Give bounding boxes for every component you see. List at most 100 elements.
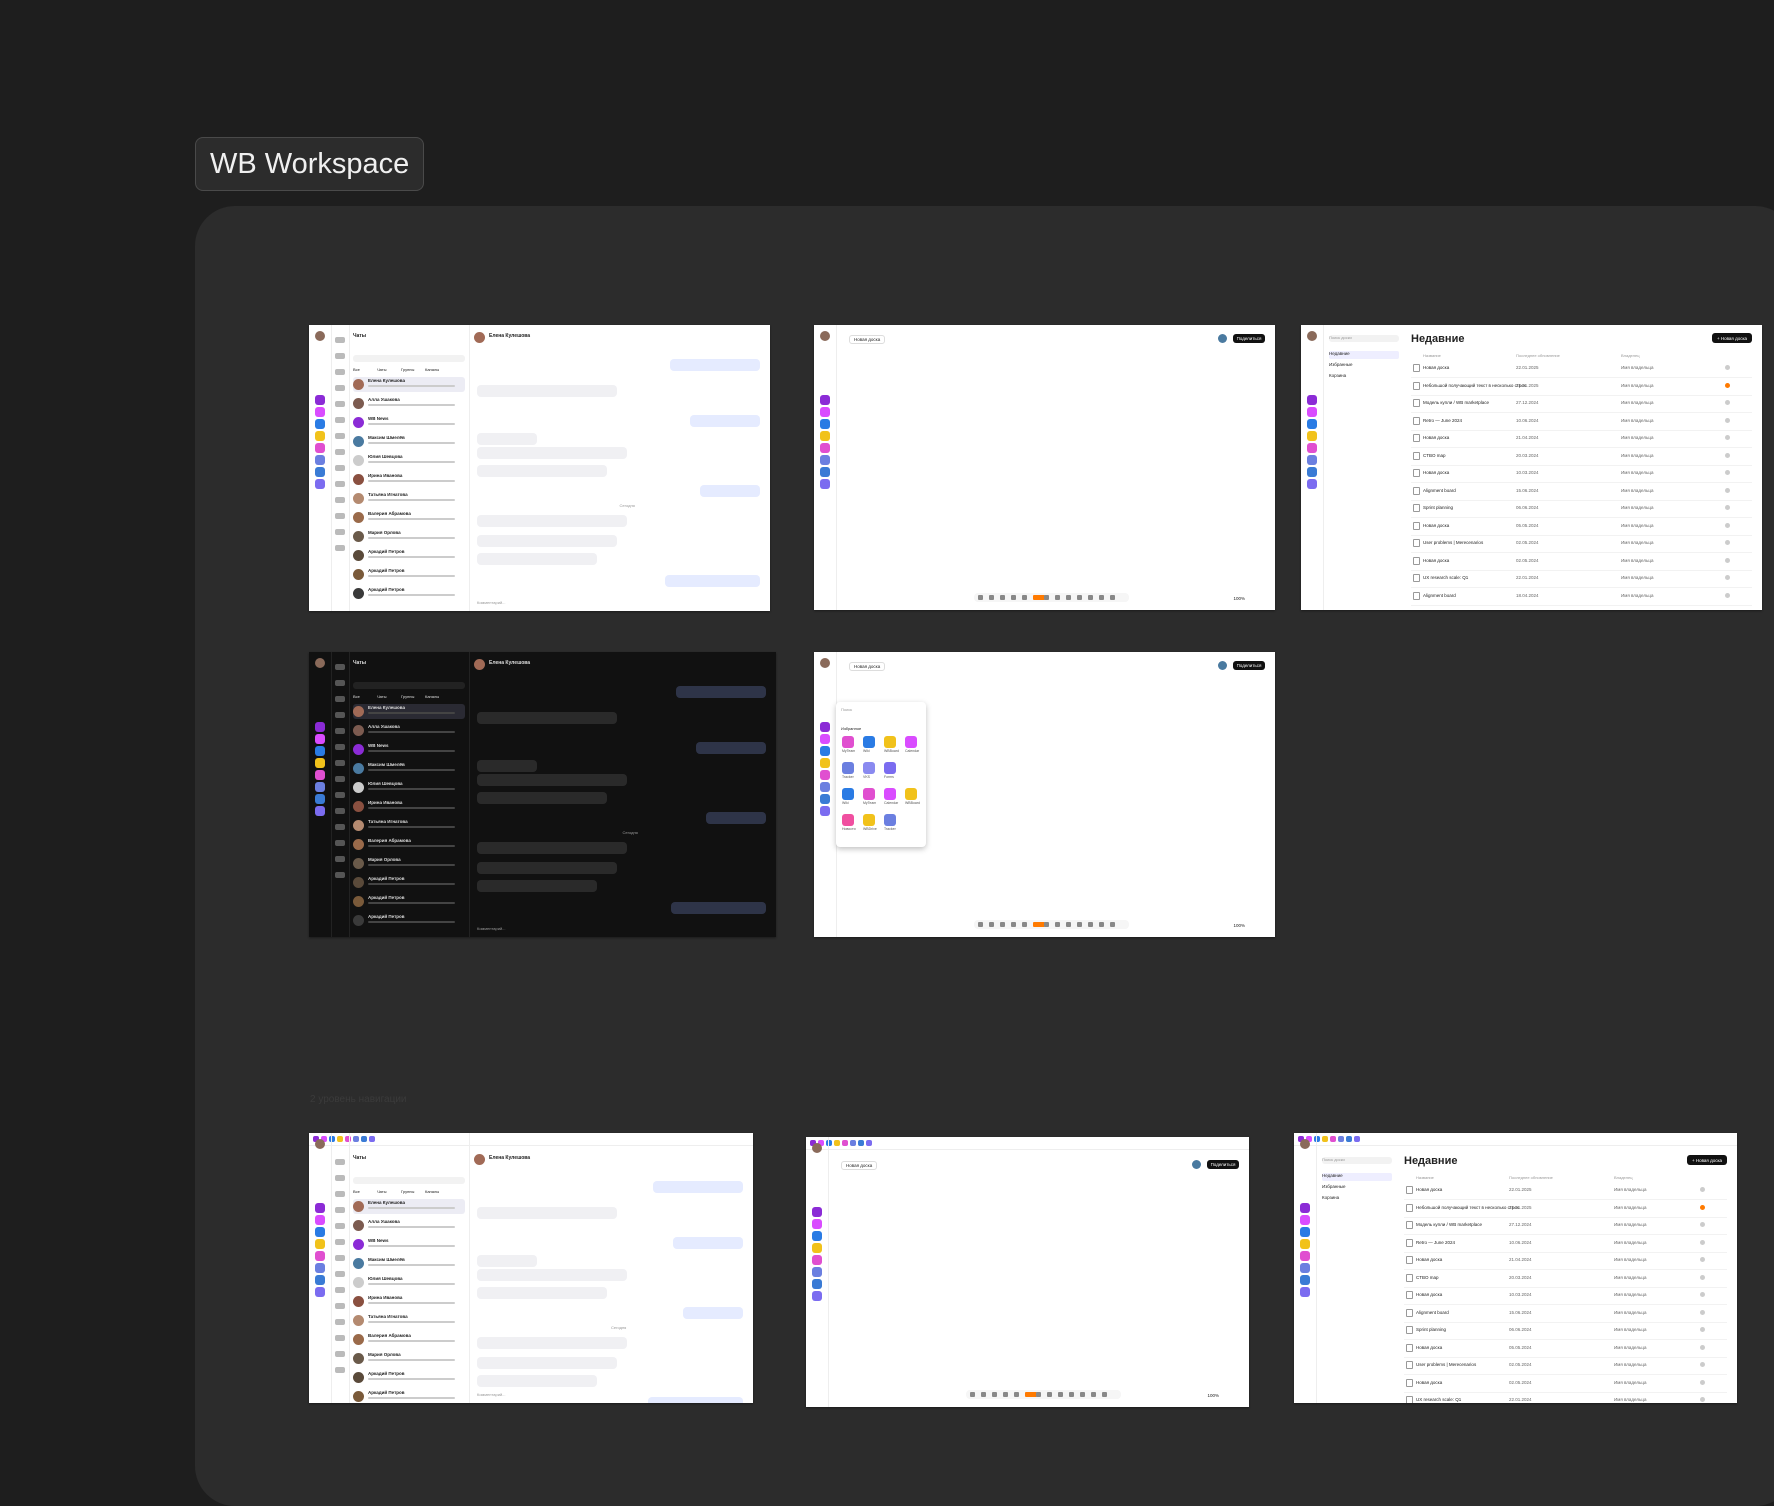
folder-icon[interactable] <box>335 808 345 814</box>
share-button[interactable]: Поделиться <box>1233 661 1265 670</box>
tool-icon[interactable] <box>1077 922 1082 927</box>
app-icon[interactable] <box>1300 1239 1310 1249</box>
tool-icon[interactable] <box>1000 595 1005 600</box>
chat-row[interactable]: Аркадий Петров <box>353 913 465 928</box>
app-icon[interactable] <box>812 1267 822 1277</box>
user-avatar[interactable] <box>315 658 325 668</box>
folder-icon[interactable] <box>335 712 345 718</box>
favorite-icon[interactable] <box>1725 417 1730 423</box>
folder-icon[interactable] <box>335 545 345 551</box>
board-row[interactable]: Alignment board 15.06.2024 Имя владельца <box>1411 483 1752 501</box>
tool-icon[interactable] <box>1099 922 1104 927</box>
frame-board-tabs[interactable]: Новая доска Поделиться 100% <box>806 1137 1249 1407</box>
chat-tab[interactable]: Каналы <box>425 367 439 372</box>
frame-board-apps-popup[interactable]: Новая доска Поделиться 100% Поиск Избранное M… <box>814 652 1275 937</box>
folder-icon[interactable] <box>335 353 345 359</box>
tool-icon[interactable] <box>1047 1392 1052 1397</box>
search-field[interactable] <box>353 1177 465 1184</box>
chat-row[interactable]: Аркадий Петров <box>353 567 465 582</box>
app-icon[interactable] <box>820 770 830 780</box>
tool-icon[interactable] <box>970 1392 975 1397</box>
folder-icon[interactable] <box>335 433 345 439</box>
app-icon[interactable] <box>820 407 830 417</box>
app-icon[interactable] <box>820 758 830 768</box>
favorite-icon[interactable] <box>1725 435 1730 440</box>
nav-favorites[interactable]: Избранные <box>1329 362 1399 370</box>
app-icon[interactable] <box>1307 479 1317 489</box>
board-title[interactable]: Новая доска <box>849 335 886 344</box>
chat-tab[interactable]: Все <box>353 367 360 372</box>
app-icon[interactable] <box>820 443 830 453</box>
app-icon[interactable] <box>315 1287 325 1297</box>
app-icon[interactable] <box>315 782 325 792</box>
app-icon[interactable] <box>820 722 830 732</box>
app-icon[interactable] <box>315 395 325 405</box>
folder-icon[interactable] <box>335 872 345 878</box>
app-icon[interactable] <box>315 1215 325 1225</box>
app-icon[interactable] <box>820 794 830 804</box>
board-title[interactable]: Новая доска <box>849 662 886 671</box>
board-row[interactable]: Новая доска 05.05.2024 Имя владельца <box>1404 1340 1727 1358</box>
favorite-icon[interactable] <box>1700 1292 1705 1297</box>
app-tile[interactable] <box>884 736 896 748</box>
folder-icon[interactable] <box>335 417 345 423</box>
chat-tab[interactable]: Чаты <box>377 694 387 699</box>
folder-icon[interactable] <box>335 824 345 830</box>
folder-icon[interactable] <box>335 840 345 846</box>
folder-icon[interactable] <box>335 744 345 750</box>
chat-row[interactable]: Юлия Шевцова <box>353 1275 465 1290</box>
app-icon[interactable] <box>812 1207 822 1217</box>
app-icon[interactable] <box>315 431 325 441</box>
folder-icon[interactable] <box>335 337 345 343</box>
user-avatar[interactable] <box>820 658 830 668</box>
board-row[interactable]: Модель купли / WB marketplace 27.12.2024 И… <box>1411 395 1752 413</box>
nav-trash[interactable]: Корзина <box>1322 1195 1392 1203</box>
chat-row[interactable]: Максим Шмелёв <box>353 761 465 776</box>
favorite-icon[interactable] <box>1725 365 1730 370</box>
chat-row[interactable]: Мария Орлова <box>353 856 465 871</box>
app-icon[interactable] <box>315 734 325 744</box>
app-icon[interactable] <box>1307 407 1317 417</box>
board-row[interactable]: Модель купли / WB marketplace 27.12.2024 И… <box>1404 1217 1727 1235</box>
chat-row[interactable]: Алла Ушакова <box>353 396 465 411</box>
favorite-icon[interactable] <box>1700 1309 1705 1315</box>
tool-icon[interactable] <box>1066 922 1071 927</box>
chat-row[interactable]: Аркадий Петров <box>353 875 465 890</box>
favorite-icon[interactable] <box>1725 540 1730 545</box>
folder-icon[interactable] <box>335 1303 345 1309</box>
frame-chat-tabs[interactable]: Чаты Все Чаты Группы Каналы Елена Кулешова Алл… <box>309 1133 753 1403</box>
board-row[interactable]: Retro — June 2024 10.06.2024 Имя владельца <box>1411 413 1752 431</box>
app-icon[interactable] <box>820 395 830 405</box>
folder-icon[interactable] <box>335 1351 345 1357</box>
tool-icon[interactable] <box>1110 922 1115 927</box>
chat-row[interactable]: Аркадий Петров <box>353 1370 465 1385</box>
app-tile[interactable] <box>905 736 917 748</box>
search-field[interactable] <box>353 682 465 689</box>
folder-icon[interactable] <box>335 481 345 487</box>
folder-icon[interactable] <box>335 1255 345 1261</box>
folder-icon[interactable] <box>335 401 345 407</box>
app-icon[interactable] <box>315 455 325 465</box>
app-tab-icon[interactable] <box>1330 1136 1336 1142</box>
app-icon[interactable] <box>315 419 325 429</box>
app-tab-icon[interactable] <box>1354 1136 1360 1142</box>
chat-row[interactable]: Мария Орлова <box>353 1351 465 1366</box>
folder-icon[interactable] <box>335 1367 345 1373</box>
app-icon[interactable] <box>315 1251 325 1261</box>
board-row[interactable]: Alignment board 18.04.2024 Имя владельца <box>1411 588 1752 606</box>
tool-icon[interactable] <box>1055 922 1060 927</box>
tool-icon[interactable] <box>1110 595 1115 600</box>
board-row[interactable]: Retro — June 2024 10.06.2024 Имя владельца <box>1404 1235 1727 1253</box>
chat-row[interactable]: Алла Ушакова <box>353 723 465 738</box>
app-icon[interactable] <box>315 746 325 756</box>
tool-icon[interactable] <box>1058 1392 1063 1397</box>
app-icon[interactable] <box>820 419 830 429</box>
app-icon[interactable] <box>812 1291 822 1301</box>
chat-row[interactable]: Ирина Иванова <box>353 799 465 814</box>
board-row[interactable]: Новая доска 22.01.2025 Имя владельца <box>1404 1182 1727 1200</box>
folder-icon[interactable] <box>335 728 345 734</box>
app-tile[interactable] <box>884 762 896 774</box>
board-row[interactable]: Новая доска 22.01.2025 Имя владельца <box>1411 360 1752 378</box>
popup-search[interactable]: Поиск <box>841 707 852 712</box>
app-tab-icon[interactable] <box>834 1140 840 1146</box>
